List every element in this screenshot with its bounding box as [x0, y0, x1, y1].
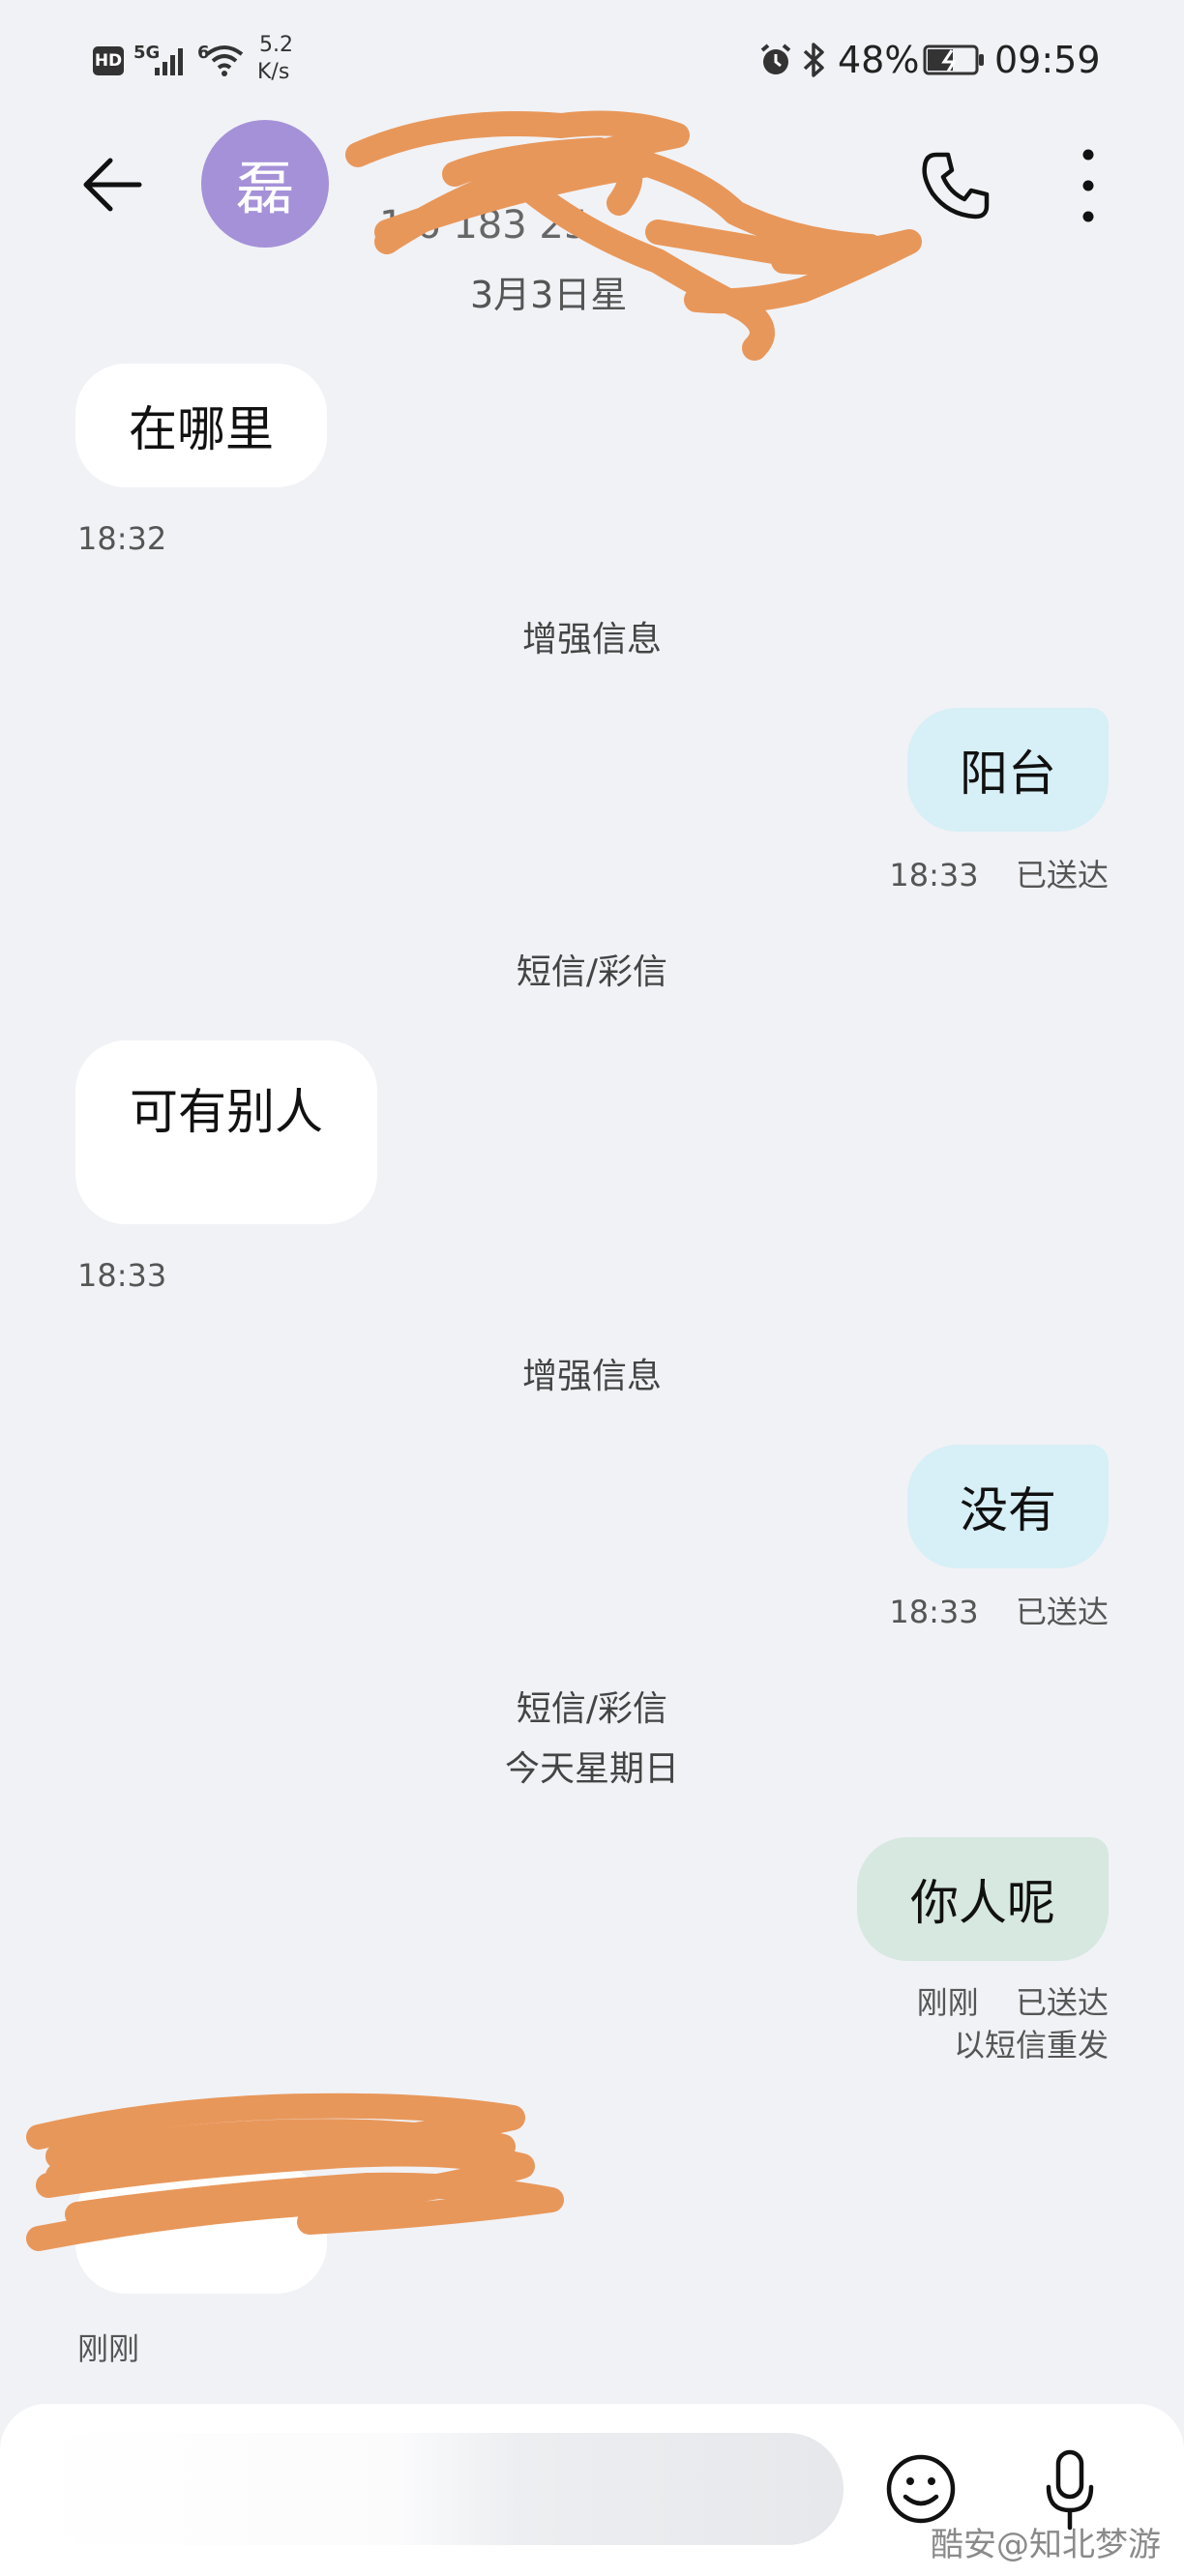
resend-note: 以短信重发 [953, 2027, 1109, 2064]
alarm-icon [760, 44, 791, 74]
delivery-status: 已送达 [1015, 857, 1109, 893]
net-speed-value: 5.2 [259, 33, 293, 57]
date-divider: 今天星期日 [504, 1749, 679, 1789]
message-bubble-in[interactable]: 在哪里 [75, 364, 327, 487]
bluetooth-icon [803, 43, 824, 77]
wifi-icon [205, 45, 244, 76]
contact-number: 1 6 183 25 [379, 203, 589, 248]
message-time: 18:33 [889, 857, 979, 893]
message-bubble-out[interactable]: 阳台 [907, 708, 1109, 832]
hd-badge: HD [93, 46, 124, 75]
message-meta: 18:33 已送达 [889, 1588, 1109, 1632]
emoji-icon[interactable] [884, 2452, 958, 2526]
message-input[interactable] [35, 2433, 844, 2545]
message-type-label: 增强信息 [521, 1357, 662, 1396]
more-vertical-icon[interactable] [1074, 145, 1103, 226]
message-bubble-out[interactable]: 你人呢 [857, 1837, 1109, 1961]
contact-avatar[interactable]: 磊 [201, 120, 329, 248]
delivery-status: 已送达 [1015, 1984, 1109, 2021]
status-bar: HD 5G 6 5.2 K/s 48% 09:59 [0, 0, 1184, 106]
message-type-label: 增强信息 [521, 620, 662, 659]
message-time: 刚刚 [916, 1984, 979, 2021]
net-speed-unit: K/s [257, 60, 290, 84]
message-bubble-out[interactable]: 没有 [907, 1445, 1109, 1568]
message-time: 18:33 [889, 1594, 979, 1630]
signal-icon [155, 48, 183, 75]
message-type-label: 短信/彩信 [516, 1689, 668, 1729]
message-bubble-in[interactable]: 可有别人 [75, 1040, 377, 1224]
delivery-status: 已送达 [1015, 1594, 1109, 1630]
battery-percent: 48% [838, 39, 920, 81]
watermark: 酷安@知北梦游 [931, 2526, 1161, 2564]
conversation-date: 3月3日星 [470, 274, 628, 316]
battery-charging-icon [923, 44, 984, 75]
message-time: 18:33 [77, 1257, 167, 1294]
message-bubble-in[interactable] [75, 2166, 327, 2294]
message-meta: 18:33 已送达 [889, 851, 1109, 895]
message-time: 刚刚 [77, 2330, 140, 2367]
message-meta: 刚刚 已送达 [917, 1978, 1109, 2023]
message-type-label: 短信/彩信 [516, 952, 668, 992]
back-arrow-icon[interactable] [79, 151, 147, 219]
phone-icon[interactable] [919, 149, 992, 222]
message-time: 18:32 [77, 520, 167, 557]
clock: 09:59 [994, 39, 1101, 81]
